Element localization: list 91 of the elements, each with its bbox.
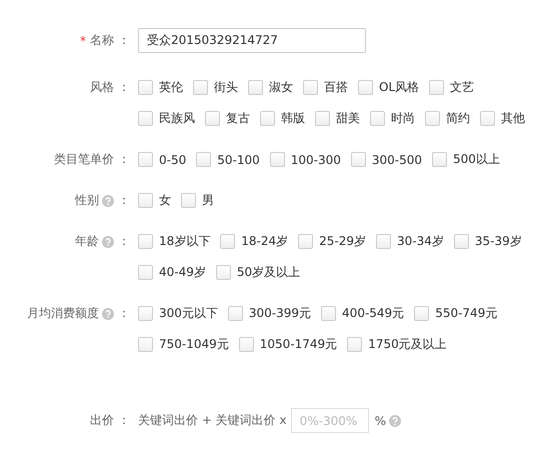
- checkbox-label[interactable]: 1750元及以上: [368, 336, 447, 353]
- field-label: 年龄: [75, 233, 99, 250]
- checkbox[interactable]: [138, 306, 153, 321]
- checkbox-label[interactable]: 18岁以下: [159, 233, 210, 250]
- checkbox-label[interactable]: 民族风: [159, 110, 195, 127]
- checkbox[interactable]: [358, 80, 373, 95]
- help-icon[interactable]: [389, 414, 402, 426]
- checkbox-label[interactable]: 女: [159, 192, 171, 209]
- unit-text: %: [374, 414, 386, 428]
- checkbox-label[interactable]: 500以上: [453, 151, 500, 168]
- checkbox-label[interactable]: 40-49岁: [159, 264, 206, 281]
- help-icon[interactable]: [102, 236, 114, 248]
- checkbox[interactable]: [270, 152, 285, 167]
- checkbox-label[interactable]: 复古: [226, 110, 250, 127]
- colon-text: ：: [118, 32, 131, 49]
- checkbox-label[interactable]: 550-749元: [435, 305, 498, 322]
- colon-text: ：: [118, 79, 131, 96]
- checkbox-label[interactable]: 街头: [214, 79, 238, 96]
- checkbox[interactable]: [193, 80, 208, 95]
- checkbox[interactable]: [298, 234, 314, 249]
- checkbox-label[interactable]: 300-399元: [248, 305, 312, 322]
- checkbox[interactable]: [480, 111, 495, 126]
- checkbox[interactable]: [220, 234, 236, 249]
- checkbox[interactable]: [138, 234, 153, 249]
- checkbox-label[interactable]: 1050-1749元: [260, 336, 338, 353]
- field-label: 风格: [90, 79, 114, 96]
- checkbox[interactable]: [315, 111, 330, 126]
- checkbox[interactable]: [138, 265, 153, 280]
- checkbox-label[interactable]: 淑女: [269, 79, 293, 96]
- checkbox[interactable]: [414, 306, 430, 321]
- checkbox-label[interactable]: 50岁及以上: [236, 264, 300, 281]
- field-label: 性别: [75, 192, 99, 209]
- checkbox[interactable]: [205, 111, 220, 126]
- field-label: 类目笔单价: [54, 151, 114, 168]
- checkbox-label[interactable]: 文艺: [450, 79, 474, 96]
- checkbox-label[interactable]: 30-34岁: [397, 233, 444, 250]
- checkbox[interactable]: [196, 152, 212, 167]
- checkbox-label[interactable]: 百搭: [324, 79, 348, 96]
- checkbox-label[interactable]: 甜美: [336, 110, 360, 127]
- checkbox-label[interactable]: 50-100: [217, 152, 260, 166]
- checkbox[interactable]: [303, 80, 318, 95]
- checkbox-label[interactable]: 韩版: [281, 110, 305, 127]
- checkbox-label[interactable]: 男: [202, 192, 214, 209]
- colon-text: ：: [118, 233, 131, 250]
- field-label: 月均消费额度: [27, 305, 99, 322]
- checkbox-label[interactable]: 300-500: [372, 152, 422, 166]
- colon-text: ：: [118, 192, 131, 209]
- checkbox[interactable]: [248, 80, 263, 95]
- checkbox[interactable]: [321, 306, 336, 321]
- checkbox-label[interactable]: 18-24岁: [241, 233, 288, 250]
- checkbox[interactable]: [347, 337, 362, 352]
- checkbox[interactable]: [370, 111, 385, 126]
- checkbox[interactable]: [429, 80, 444, 95]
- checkbox[interactable]: [138, 193, 153, 208]
- checkbox-label[interactable]: 简约: [446, 110, 470, 127]
- checkbox-label[interactable]: 时尚: [391, 110, 415, 127]
- checkbox[interactable]: [454, 234, 469, 249]
- formula-text: 关键词出价 + 关键词出价 x: [138, 412, 287, 429]
- checkbox[interactable]: [138, 152, 153, 167]
- colon-text: ：: [118, 305, 131, 322]
- name-input[interactable]: 受众20150329214727: [138, 28, 366, 53]
- checkbox[interactable]: [260, 111, 275, 126]
- checkbox[interactable]: [138, 337, 153, 352]
- colon-text: ：: [118, 151, 131, 168]
- colon-text: ：: [118, 412, 131, 429]
- checkbox-label[interactable]: 其他: [501, 110, 525, 127]
- checkbox-label[interactable]: 英伦: [159, 79, 183, 96]
- checkbox-label[interactable]: 0-50: [159, 152, 186, 166]
- checkbox-label[interactable]: 750-1049元: [159, 336, 229, 353]
- checkbox-label[interactable]: 35-39岁: [474, 233, 522, 250]
- checkbox-label[interactable]: OL风格: [379, 79, 420, 96]
- checkbox[interactable]: [138, 80, 153, 95]
- checkbox[interactable]: [228, 306, 243, 321]
- help-icon[interactable]: [102, 308, 114, 320]
- checkbox[interactable]: [425, 111, 440, 126]
- checkbox-label[interactable]: 400-549元: [342, 305, 404, 322]
- checkbox[interactable]: [376, 234, 392, 249]
- required-mark: *: [80, 34, 86, 48]
- percent-input[interactable]: 0%-300%: [290, 408, 369, 433]
- checkbox[interactable]: [181, 193, 196, 208]
- checkbox-label[interactable]: 300元以下: [159, 305, 218, 322]
- checkbox-label[interactable]: 25-29岁: [319, 233, 366, 250]
- checkbox[interactable]: [238, 337, 254, 352]
- checkbox[interactable]: [138, 111, 153, 126]
- help-icon[interactable]: [102, 194, 114, 206]
- checkbox[interactable]: [350, 152, 366, 167]
- checkbox[interactable]: [432, 152, 448, 167]
- field-label: 出价: [90, 412, 114, 429]
- field-label: 名称: [90, 32, 114, 49]
- checkbox[interactable]: [216, 265, 231, 280]
- checkbox-label[interactable]: 100-300: [290, 152, 341, 166]
